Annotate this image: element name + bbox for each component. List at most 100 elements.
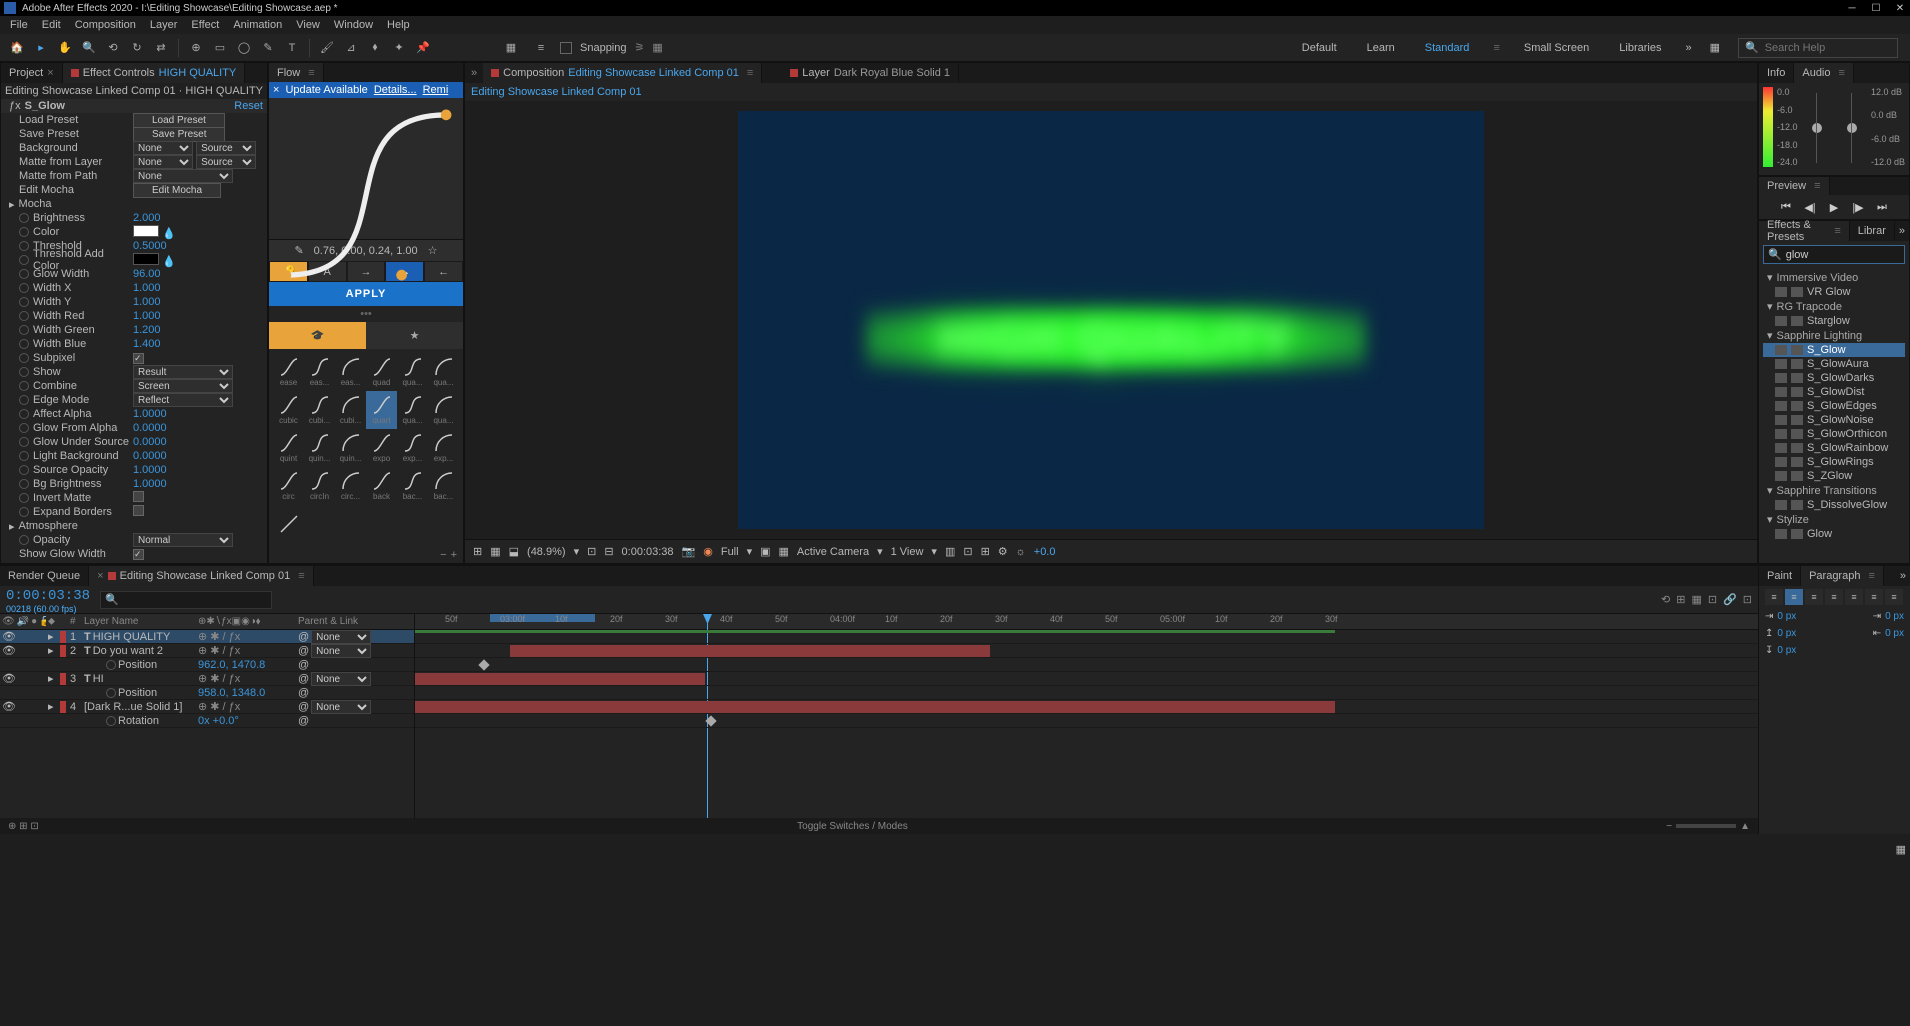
twirl-icon[interactable]: ▸ (9, 198, 15, 211)
visibility-icon[interactable]: 👁 (2, 630, 16, 643)
prop-select[interactable]: Source (196, 155, 256, 169)
ease-preset[interactable]: ease (273, 353, 304, 391)
menu-help[interactable]: Help (381, 19, 416, 31)
color-swatch[interactable] (133, 225, 159, 237)
ease-preset[interactable]: quint (273, 429, 304, 467)
flow-curve-graph[interactable] (269, 98, 463, 240)
stopwatch-icon[interactable] (19, 353, 29, 363)
clip[interactable] (415, 673, 705, 685)
stopwatch-icon[interactable] (106, 688, 116, 698)
transparency-icon[interactable]: ▦ (779, 545, 789, 558)
close-icon[interactable]: × (97, 570, 103, 582)
ease-preset[interactable] (273, 505, 304, 543)
view-opt4-icon[interactable]: ⚙ (998, 545, 1008, 558)
favorites-tab[interactable]: ★ (366, 322, 463, 349)
prop-value[interactable]: 1.0000 (133, 408, 167, 420)
anchor-tool-icon[interactable]: ⊕ (185, 37, 207, 59)
remind-link[interactable]: Remi (423, 84, 449, 96)
tl-opt-icon[interactable]: ▦ (1691, 593, 1701, 606)
eyedropper-icon[interactable]: 💧 (162, 256, 176, 268)
tree-category[interactable]: ▾RG Trapcode (1763, 299, 1905, 314)
minimize-button[interactable]: ─ (1846, 2, 1858, 14)
space-value[interactable]: 0 px (1777, 645, 1796, 656)
ease-preset[interactable]: cubi... (304, 391, 335, 429)
pickwhip-icon[interactable]: @ (298, 715, 309, 727)
panel-menu-icon[interactable]: ≡ (1834, 225, 1840, 237)
apply-button[interactable]: APPLY (269, 282, 463, 306)
tree-effect-item[interactable]: S_DissolveGlow (1763, 498, 1905, 512)
tab-audio[interactable]: Audio ≡ (1794, 63, 1854, 83)
twirl-icon[interactable]: ▾ (1767, 329, 1773, 342)
mode-icon-2[interactable]: ≡ (530, 37, 552, 59)
tree-effect-item[interactable]: S_Glow (1763, 343, 1905, 357)
tab-layer[interactable]: Layer Dark Royal Blue Solid 1 (782, 63, 959, 83)
close-icon[interactable]: × (273, 84, 279, 96)
chevron-down-icon[interactable]: ▾ (574, 545, 580, 558)
hand-tool-icon[interactable]: ✋ (54, 37, 76, 59)
prop-value[interactable]: 1.000 (133, 282, 161, 294)
timeline-track[interactable] (415, 658, 1758, 672)
justify-last-left-icon[interactable]: ≡ (1825, 589, 1843, 605)
parent-select[interactable]: None (311, 644, 371, 658)
stopwatch-icon[interactable] (19, 507, 29, 517)
prop-value[interactable]: 1.0000 (133, 478, 167, 490)
more-icon[interactable]: ••• (269, 306, 463, 322)
zoom-out-icon[interactable]: − (1666, 821, 1672, 832)
panel-menu-icon[interactable]: ≡ (1839, 67, 1845, 79)
align-right-icon[interactable]: ≡ (1805, 589, 1823, 605)
pickwhip-icon[interactable]: @ (298, 673, 309, 685)
play-icon[interactable]: ▶ (1825, 199, 1843, 215)
timeline-track[interactable] (415, 700, 1758, 714)
timeline-layer-row[interactable]: Rotation0x +0.0°@ (0, 714, 414, 728)
layer-color-icon[interactable] (60, 645, 66, 657)
chevron-icon[interactable]: » (465, 67, 483, 79)
tree-effect-item[interactable]: S_GlowAura (1763, 357, 1905, 371)
ease-preset[interactable]: bac... (397, 467, 428, 505)
selection-tool-icon[interactable]: ▸ (30, 37, 52, 59)
prop-value[interactable]: 0.5000 (133, 240, 167, 252)
tree-effect-item[interactable]: S_GlowRainbow (1763, 441, 1905, 455)
tree-effect-item[interactable]: S_GlowRings (1763, 455, 1905, 469)
prop-value[interactable]: 96.00 (133, 268, 161, 280)
twirl-icon[interactable]: ▾ (1767, 513, 1773, 526)
pickwhip-icon[interactable]: @ (298, 659, 309, 671)
reset-link[interactable]: Reset (234, 100, 263, 112)
tab-effects-presets[interactable]: Effects & Presets ≡ (1759, 221, 1850, 241)
prop-select[interactable]: Screen (133, 379, 233, 393)
twirl-icon[interactable]: ▸ (48, 630, 54, 643)
rect-tool-icon[interactable]: ▭ (209, 37, 231, 59)
prop-select[interactable]: None (133, 169, 233, 183)
workspace-learn[interactable]: Learn (1361, 38, 1401, 58)
tab-project[interactable]: Project× (1, 63, 63, 83)
fx-toggle-icon[interactable]: ƒx (9, 100, 21, 112)
clip[interactable] (415, 630, 1335, 633)
tab-libraries[interactable]: Librar (1850, 221, 1895, 241)
tree-category[interactable]: ▾Immersive Video (1763, 270, 1905, 285)
menu-edit[interactable]: Edit (36, 19, 67, 31)
ease-preset[interactable]: cubic (273, 391, 304, 429)
mode-icon[interactable]: ▦ (500, 37, 522, 59)
layer-color-icon[interactable] (60, 673, 66, 685)
plus-icon[interactable]: + (451, 549, 457, 561)
eyedropper-icon[interactable]: 💧 (162, 228, 176, 240)
panel-menu-icon[interactable]: ≡ (1814, 180, 1820, 192)
tab-paint[interactable]: Paint (1759, 566, 1801, 586)
menu-view[interactable]: View (290, 19, 326, 31)
stopwatch-icon[interactable] (19, 255, 29, 265)
timeline-layer-row[interactable]: 👁▸3T HI⊕ ✱ / ƒx@ None (0, 672, 414, 686)
tree-category[interactable]: ▾Stylize (1763, 512, 1905, 527)
ease-preset[interactable]: expo (366, 429, 397, 467)
stopwatch-icon[interactable] (19, 423, 29, 433)
visibility-icon[interactable]: 👁 (2, 644, 16, 657)
ellipse-tool-icon[interactable]: ◯ (233, 37, 255, 59)
prop-select[interactable]: Reflect (133, 393, 233, 407)
ease-preset[interactable]: qua... (428, 391, 459, 429)
pen-tool-icon[interactable]: ✎ (257, 37, 279, 59)
stopwatch-icon[interactable] (19, 269, 29, 279)
align-center-icon[interactable]: ≡ (1785, 589, 1803, 605)
toggle-switches-button[interactable]: Toggle Switches / Modes (797, 821, 908, 832)
checkbox[interactable] (133, 353, 144, 364)
prop-value[interactable]: 1.0000 (133, 464, 167, 476)
mask-icon[interactable]: ▦ (490, 545, 500, 558)
timeline-track[interactable] (415, 672, 1758, 686)
